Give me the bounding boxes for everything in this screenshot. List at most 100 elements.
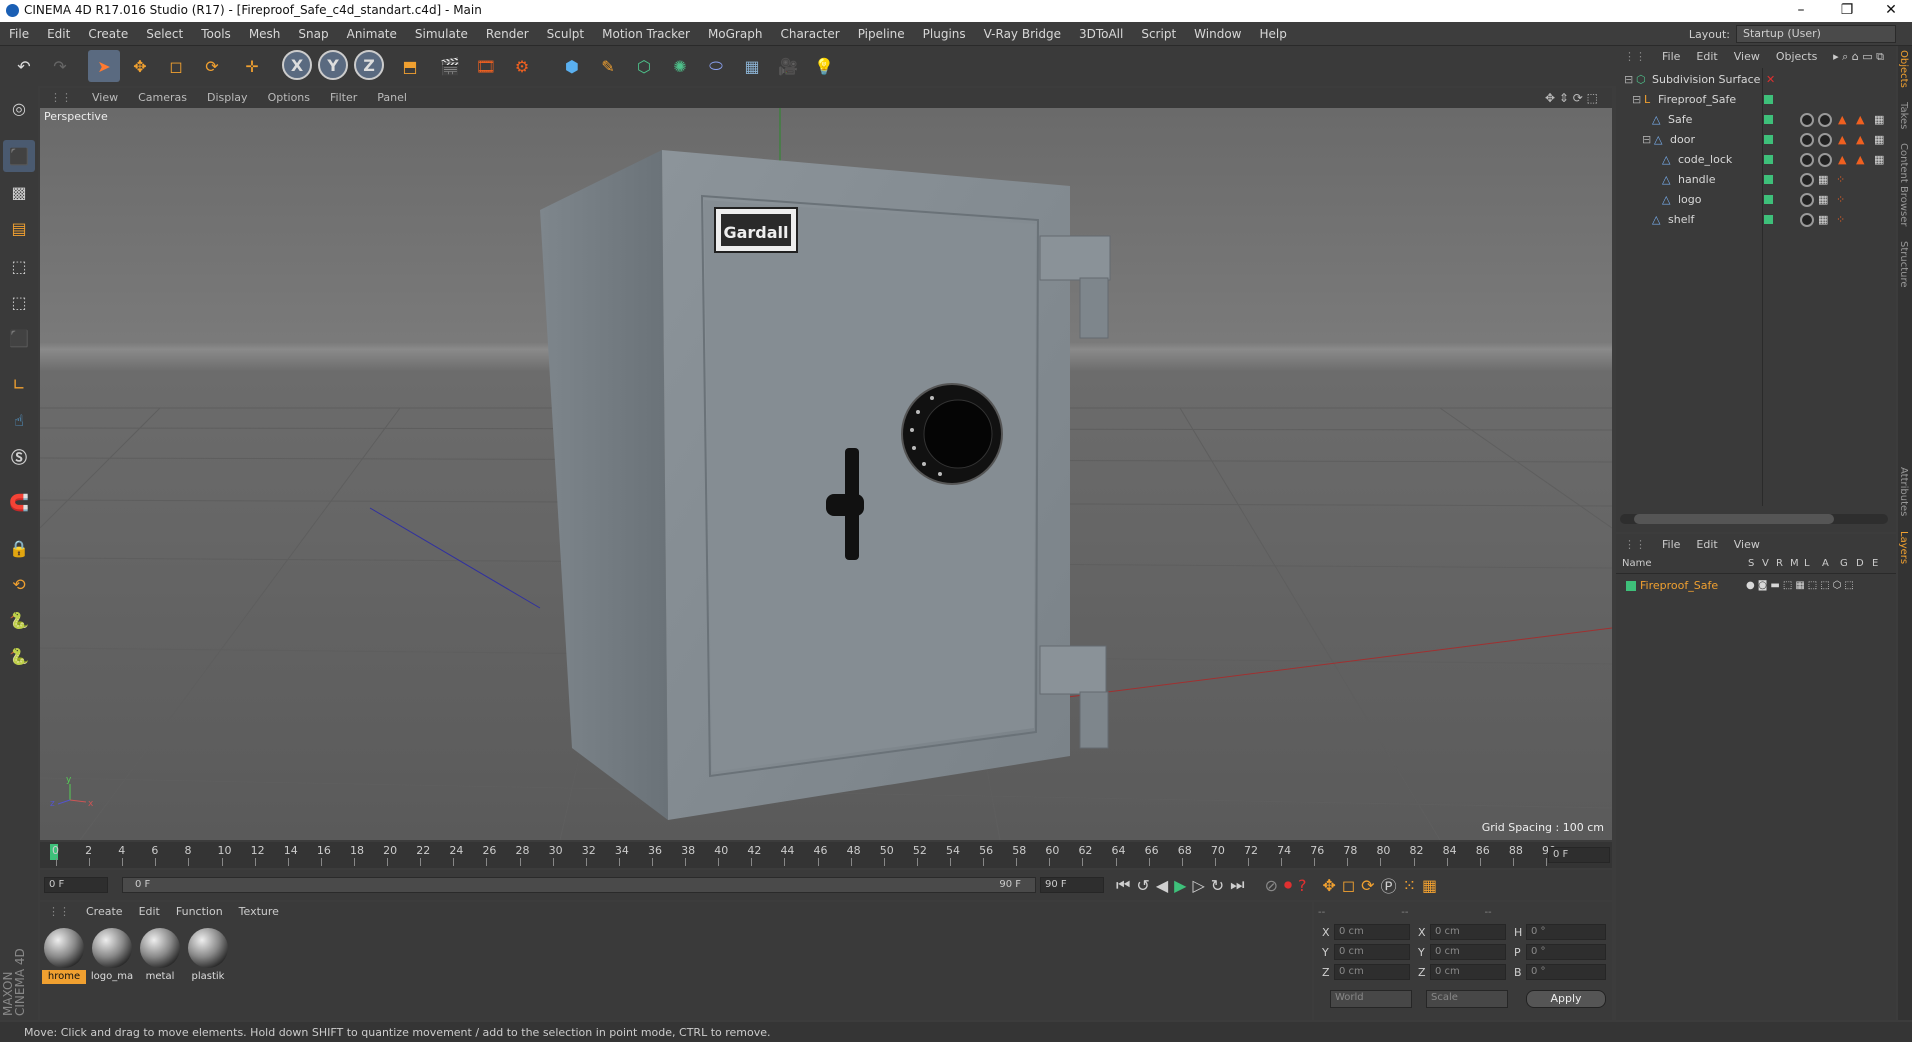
visibility-dot[interactable] (1764, 135, 1773, 144)
redo-icon[interactable]: ↷ (44, 50, 76, 82)
menu-create[interactable]: Create (79, 22, 137, 46)
soft-selection-icon[interactable]: Ⓢ (3, 440, 35, 472)
texture-tag-icon[interactable] (1800, 173, 1814, 187)
collapse-icon[interactable]: ⊟ (1632, 90, 1641, 110)
rotate-icon[interactable]: ⟳ (196, 50, 228, 82)
subdivision-icon[interactable]: ⬡ (628, 50, 660, 82)
menu-pipeline[interactable]: Pipeline (849, 22, 914, 46)
scrollbar-thumb[interactable] (1634, 514, 1834, 524)
menu-snap[interactable]: Snap (289, 22, 337, 46)
scale-icon[interactable]: ◻ (160, 50, 192, 82)
layer-menu-file[interactable]: File (1654, 534, 1688, 556)
mat-menu-edit[interactable]: Edit (131, 901, 168, 923)
camera-icon[interactable]: 🎥 (772, 50, 804, 82)
restore-icon[interactable]: ❐ (1824, 0, 1870, 22)
prev-frame-icon[interactable]: ◀ (1156, 876, 1168, 895)
vp-menu-panel[interactable]: Panel (367, 88, 417, 108)
tab-attributes[interactable]: Attributes (1898, 287, 1909, 516)
tab-content-browser[interactable]: Content Browser (1898, 129, 1909, 226)
render-settings-icon[interactable]: ⚙ (506, 50, 538, 82)
tab-layers[interactable]: Layers (1898, 517, 1909, 564)
material-item[interactable]: plastik (186, 926, 230, 984)
rot-h-field[interactable]: 0 ° (1526, 924, 1606, 940)
texture-tag-icon[interactable] (1800, 113, 1814, 127)
selection-tag-icon[interactable]: ⁘ (1836, 170, 1845, 190)
object-row[interactable]: △ shelf ▦ ⁘ (1616, 210, 1896, 230)
texture-tag-icon[interactable] (1800, 153, 1814, 167)
mat-menu-texture[interactable]: Texture (231, 901, 287, 923)
key-pla-icon[interactable]: ⁙ (1403, 876, 1416, 895)
next-key-icon[interactable]: ↻ (1211, 876, 1224, 895)
y-axis-icon[interactable]: Y (318, 50, 348, 80)
phong-tag-icon[interactable]: ▲ (1856, 130, 1864, 150)
record-keys-icon[interactable]: ⊘ (1265, 876, 1278, 895)
move-icon[interactable]: ✥ (124, 50, 156, 82)
next-frame-icon[interactable]: ▷ (1192, 876, 1204, 895)
menu-script[interactable]: Script (1132, 22, 1185, 46)
obj-toolbar-icons[interactable]: ▸ ⌕ ⌂ ▭ ⧉ (1825, 46, 1892, 68)
tab-structure[interactable]: Structure (1898, 227, 1909, 288)
uvw-tag-icon[interactable]: ▦ (1874, 130, 1884, 150)
menu-render[interactable]: Render (477, 22, 538, 46)
menu-mograph[interactable]: MoGraph (699, 22, 772, 46)
collapse-icon[interactable]: ⊟ (1624, 70, 1633, 90)
world-dropdown[interactable]: World (1330, 990, 1412, 1008)
texture-tag-icon[interactable] (1818, 133, 1832, 147)
menu-select[interactable]: Select (137, 22, 192, 46)
object-row[interactable]: ⊟ L Fireproof_Safe (1616, 90, 1896, 110)
safe-model[interactable]: Gardall (540, 150, 1111, 820)
obj-menu-view[interactable]: View (1726, 46, 1768, 68)
menu-mesh[interactable]: Mesh (240, 22, 290, 46)
viewport-nav-icons[interactable]: ✥ ⇕ ⟳ ⬚ (1535, 88, 1608, 108)
menu-plugins[interactable]: Plugins (914, 22, 975, 46)
prev-key-icon[interactable]: ↺ (1136, 876, 1149, 895)
goto-start-icon[interactable]: ⏮ (1116, 875, 1130, 895)
visibility-dot[interactable] (1764, 95, 1773, 104)
collapse-icon[interactable]: ⊟ (1642, 130, 1651, 150)
lock-workplane-icon[interactable]: 🔒 (3, 532, 35, 564)
layer-menu-edit[interactable]: Edit (1688, 534, 1725, 556)
uvw-tag-icon[interactable]: ▦ (1818, 170, 1828, 190)
layer-color-icon[interactable] (1626, 581, 1636, 591)
phong-tag-icon[interactable]: ▲ (1856, 150, 1864, 170)
key-param-icon[interactable]: Ⓟ (1381, 873, 1397, 897)
selection-tag-icon[interactable]: ⁘ (1836, 190, 1845, 210)
end-frame-field[interactable]: 90 F (1040, 877, 1104, 893)
visibility-dot[interactable] (1764, 195, 1773, 204)
object-row[interactable]: ⊟ △ door ▲ ▲ ▦ (1616, 130, 1896, 150)
visibility-dot[interactable] (1764, 215, 1773, 224)
key-rotation-icon[interactable]: ⟳ (1361, 876, 1374, 895)
apply-button[interactable]: Apply (1526, 990, 1606, 1008)
mat-menu-function[interactable]: Function (168, 901, 231, 923)
layer-toggle-icons[interactable]: ●◙▬⬚▦⬚⬚⬡⬚ (1746, 576, 1857, 596)
timeline-window-icon[interactable]: ▦ (1422, 876, 1437, 895)
snap-icon[interactable]: 🧲 (3, 486, 35, 518)
texture-tag-icon[interactable] (1800, 213, 1814, 227)
pos-z-field[interactable]: 0 cm (1334, 964, 1410, 980)
goto-end-icon[interactable]: ⏭ (1230, 875, 1244, 895)
uvw-tag-icon[interactable]: ▦ (1818, 210, 1828, 230)
key-position-icon[interactable]: ✥ (1322, 876, 1335, 895)
size-y-field[interactable]: 0 cm (1430, 944, 1506, 960)
light-icon[interactable]: 💡 (808, 50, 840, 82)
texture-tag-icon[interactable] (1818, 153, 1832, 167)
undo-icon[interactable]: ↶ (8, 50, 40, 82)
timeline-ruler[interactable]: 0 2 4 6 8 10 12 14 16 18 20 22 24 26 28 30 32 34 36 38 40 42 4… (40, 842, 1612, 868)
z-axis-icon[interactable]: Z (354, 50, 384, 80)
range-slider[interactable]: 0 F 90 F (122, 877, 1036, 893)
tab-objects[interactable]: Objects (1898, 46, 1909, 88)
workplane-icon[interactable]: ▤ (3, 212, 35, 244)
selection-tag-icon[interactable]: ⁘ (1836, 210, 1845, 230)
rot-p-field[interactable]: 0 ° (1526, 944, 1606, 960)
scale-dropdown[interactable]: Scale (1426, 990, 1508, 1008)
render-picture-viewer-icon[interactable]: 🎞 (470, 50, 502, 82)
autokey-icon[interactable]: ⏺ (1284, 875, 1292, 895)
object-row[interactable]: △ Safe ▲ ▲ ▦ (1616, 110, 1896, 130)
layout-dropdown[interactable]: Startup (User) (1736, 25, 1896, 43)
size-z-field[interactable]: 0 cm (1430, 964, 1506, 980)
phong-tag-icon[interactable]: ▲ (1838, 150, 1846, 170)
menu-help[interactable]: Help (1250, 22, 1295, 46)
keyframe-selection-icon[interactable]: ? (1298, 876, 1307, 895)
vp-menu-view[interactable]: View (82, 88, 128, 108)
axis-mode-icon[interactable]: ∟ (3, 368, 35, 400)
